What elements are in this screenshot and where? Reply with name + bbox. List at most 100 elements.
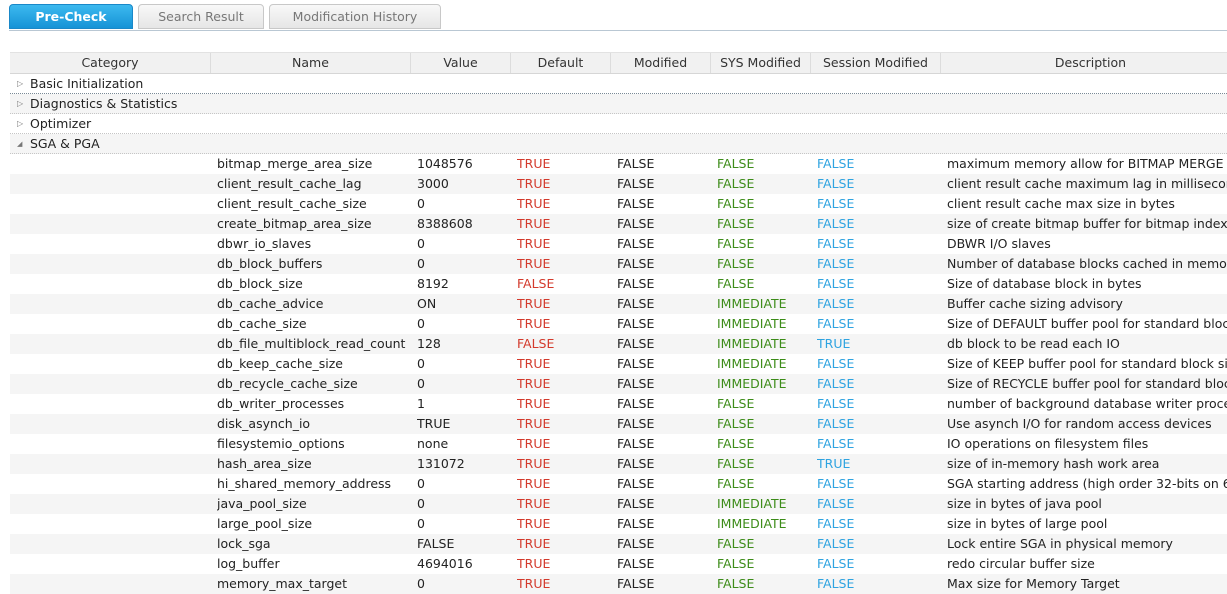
param-session-modified: FALSE bbox=[817, 256, 855, 271]
parameter-row[interactable]: db_keep_cache_size 0 TRUE FALSE IMMEDIATE FAL… bbox=[10, 354, 1227, 374]
param-session-modified: FALSE bbox=[817, 376, 855, 391]
param-name: java_pool_size bbox=[217, 496, 307, 511]
category-row[interactable]: ▷ Optimizer bbox=[10, 114, 1227, 134]
param-value: 0 bbox=[417, 376, 425, 391]
param-name: db_cache_advice bbox=[217, 296, 324, 311]
param-name: dbwr_io_slaves bbox=[217, 236, 312, 251]
column-header-sys-modified[interactable]: SYS Modified bbox=[710, 53, 810, 73]
param-session-modified: FALSE bbox=[817, 416, 855, 431]
param-description: number of background database writer pro… bbox=[947, 396, 1227, 411]
column-header-session-modified[interactable]: Session Modified bbox=[810, 53, 940, 73]
parameter-row[interactable]: memory_max_target 0 TRUE FALSE FALSE FALSE Max… bbox=[10, 574, 1227, 594]
param-description: Max size for Memory Target bbox=[947, 576, 1120, 591]
parameter-row[interactable]: db_block_buffers 0 TRUE FALSE FALSE FALSE Numb… bbox=[10, 254, 1227, 274]
param-modified: FALSE bbox=[617, 516, 655, 531]
parameter-row[interactable]: client_result_cache_size 0 TRUE FALSE FALSE F… bbox=[10, 194, 1227, 214]
param-sys-modified: FALSE bbox=[717, 436, 755, 451]
parameter-row[interactable]: client_result_cache_lag 3000 TRUE FALSE FALS… bbox=[10, 174, 1227, 194]
column-header-value[interactable]: Value bbox=[410, 53, 510, 73]
param-default: TRUE bbox=[517, 356, 551, 371]
tab-search-result[interactable]: Search Result bbox=[138, 4, 264, 29]
param-value: 0 bbox=[417, 196, 425, 211]
param-modified: FALSE bbox=[617, 236, 655, 251]
param-description: redo circular buffer size bbox=[947, 556, 1095, 571]
parameter-row[interactable]: db_block_size 8192 FALSE FALSE FALSE FALSE Siz… bbox=[10, 274, 1227, 294]
parameter-row[interactable]: java_pool_size 0 TRUE FALSE IMMEDIATE FALSE si… bbox=[10, 494, 1227, 514]
category-row[interactable]: ▷ Basic Initialization bbox=[10, 74, 1227, 94]
param-sys-modified: FALSE bbox=[717, 576, 755, 591]
param-modified: FALSE bbox=[617, 396, 655, 411]
column-header-name[interactable]: Name bbox=[210, 53, 410, 73]
param-default: TRUE bbox=[517, 436, 551, 451]
param-description: db block to be read each IO bbox=[947, 336, 1120, 351]
triangle-right-icon[interactable]: ▷ bbox=[17, 114, 23, 134]
tab-modification-history[interactable]: Modification History bbox=[269, 4, 441, 29]
parameter-row[interactable]: filesystemio_options none TRUE FALSE FALSE FA… bbox=[10, 434, 1227, 454]
param-default: FALSE bbox=[517, 336, 555, 351]
param-name: large_pool_size bbox=[217, 516, 313, 531]
param-sys-modified: IMMEDIATE bbox=[717, 296, 787, 311]
param-value: ON bbox=[417, 296, 437, 311]
param-description: client result cache max size in bytes bbox=[947, 196, 1175, 211]
column-header-default[interactable]: Default bbox=[510, 53, 610, 73]
param-description: Size of DEFAULT buffer pool for standard… bbox=[947, 316, 1227, 331]
grid-body: ▷ Basic Initialization ▷ Diagnostics & Stat… bbox=[10, 74, 1227, 594]
category-row[interactable]: ◢ SGA & PGA bbox=[10, 134, 1227, 154]
parameter-row[interactable]: hash_area_size 131072 TRUE FALSE FALSE TRUE si… bbox=[10, 454, 1227, 474]
param-sys-modified: FALSE bbox=[717, 236, 755, 251]
param-default: TRUE bbox=[517, 456, 551, 471]
param-description: size of create bitmap buffer for bitmap … bbox=[947, 216, 1227, 231]
param-description: Size of KEEP buffer pool for standard bl… bbox=[947, 356, 1227, 371]
parameter-row[interactable]: log_buffer 4694016 TRUE FALSE FALSE FALSE redo… bbox=[10, 554, 1227, 574]
param-sys-modified: FALSE bbox=[717, 396, 755, 411]
tab-pre-check[interactable]: Pre-Check bbox=[9, 4, 133, 29]
param-modified: FALSE bbox=[617, 156, 655, 171]
param-session-modified: FALSE bbox=[817, 516, 855, 531]
param-sys-modified: IMMEDIATE bbox=[717, 356, 787, 371]
parameter-row[interactable]: lock_sga FALSE TRUE FALSE FALSE FALSE Lock ent… bbox=[10, 534, 1227, 554]
param-default: TRUE bbox=[517, 536, 551, 551]
param-sys-modified: FALSE bbox=[717, 256, 755, 271]
param-modified: FALSE bbox=[617, 256, 655, 271]
param-description: Size of RECYCLE buffer pool for standard… bbox=[947, 376, 1227, 391]
triangle-down-icon[interactable]: ◢ bbox=[17, 134, 22, 154]
param-modified: FALSE bbox=[617, 536, 655, 551]
parameter-row[interactable]: bitmap_merge_area_size 1048576 TRUE FALSE FA… bbox=[10, 154, 1227, 174]
param-modified: FALSE bbox=[617, 196, 655, 211]
parameter-row[interactable]: create_bitmap_area_size 8388608 TRUE FALSE F… bbox=[10, 214, 1227, 234]
column-header-description[interactable]: Description bbox=[940, 53, 1227, 73]
param-session-modified: FALSE bbox=[817, 436, 855, 451]
param-value: 8192 bbox=[417, 276, 449, 291]
parameter-row[interactable]: disk_asynch_io TRUE TRUE FALSE FALSE FALSE Use… bbox=[10, 414, 1227, 434]
param-description: size in bytes of java pool bbox=[947, 496, 1102, 511]
parameter-row[interactable]: hi_shared_memory_address 0 TRUE FALSE FALSE F… bbox=[10, 474, 1227, 494]
triangle-right-icon[interactable]: ▷ bbox=[17, 74, 23, 94]
parameter-row[interactable]: dbwr_io_slaves 0 TRUE FALSE FALSE FALSE DBWR I… bbox=[10, 234, 1227, 254]
triangle-right-icon[interactable]: ▷ bbox=[17, 94, 23, 114]
category-row[interactable]: ▷ Diagnostics & Statistics bbox=[10, 94, 1227, 114]
param-description: size of in-memory hash work area bbox=[947, 456, 1160, 471]
column-header-modified[interactable]: Modified bbox=[610, 53, 710, 73]
param-value: 4694016 bbox=[417, 556, 473, 571]
parameter-row[interactable]: db_file_multiblock_read_count 128 FALSE FAL… bbox=[10, 334, 1227, 354]
param-session-modified: FALSE bbox=[817, 536, 855, 551]
param-name: db_keep_cache_size bbox=[217, 356, 343, 371]
parameter-row[interactable]: db_recycle_cache_size 0 TRUE FALSE IMMEDIATE… bbox=[10, 374, 1227, 394]
parameter-row[interactable]: db_cache_advice ON TRUE FALSE IMMEDIATE FALSE… bbox=[10, 294, 1227, 314]
param-description: SGA starting address (high order 32-bits… bbox=[947, 476, 1227, 491]
param-value: 0 bbox=[417, 236, 425, 251]
param-default: TRUE bbox=[517, 556, 551, 571]
column-header-category[interactable]: Category bbox=[10, 53, 210, 73]
param-description: Size of database block in bytes bbox=[947, 276, 1142, 291]
parameter-row[interactable]: large_pool_size 0 TRUE FALSE IMMEDIATE FALSE s… bbox=[10, 514, 1227, 534]
param-value: 131072 bbox=[417, 456, 465, 471]
param-default: TRUE bbox=[517, 196, 551, 211]
param-name: disk_asynch_io bbox=[217, 416, 311, 431]
parameter-row[interactable]: db_writer_processes 1 TRUE FALSE FALSE FALSE n… bbox=[10, 394, 1227, 414]
param-default: TRUE bbox=[517, 296, 551, 311]
param-default: FALSE bbox=[517, 276, 555, 291]
parameter-row[interactable]: db_cache_size 0 TRUE FALSE IMMEDIATE FALSE Siz… bbox=[10, 314, 1227, 334]
param-default: TRUE bbox=[517, 376, 551, 391]
param-sys-modified: FALSE bbox=[717, 476, 755, 491]
param-sys-modified: FALSE bbox=[717, 196, 755, 211]
